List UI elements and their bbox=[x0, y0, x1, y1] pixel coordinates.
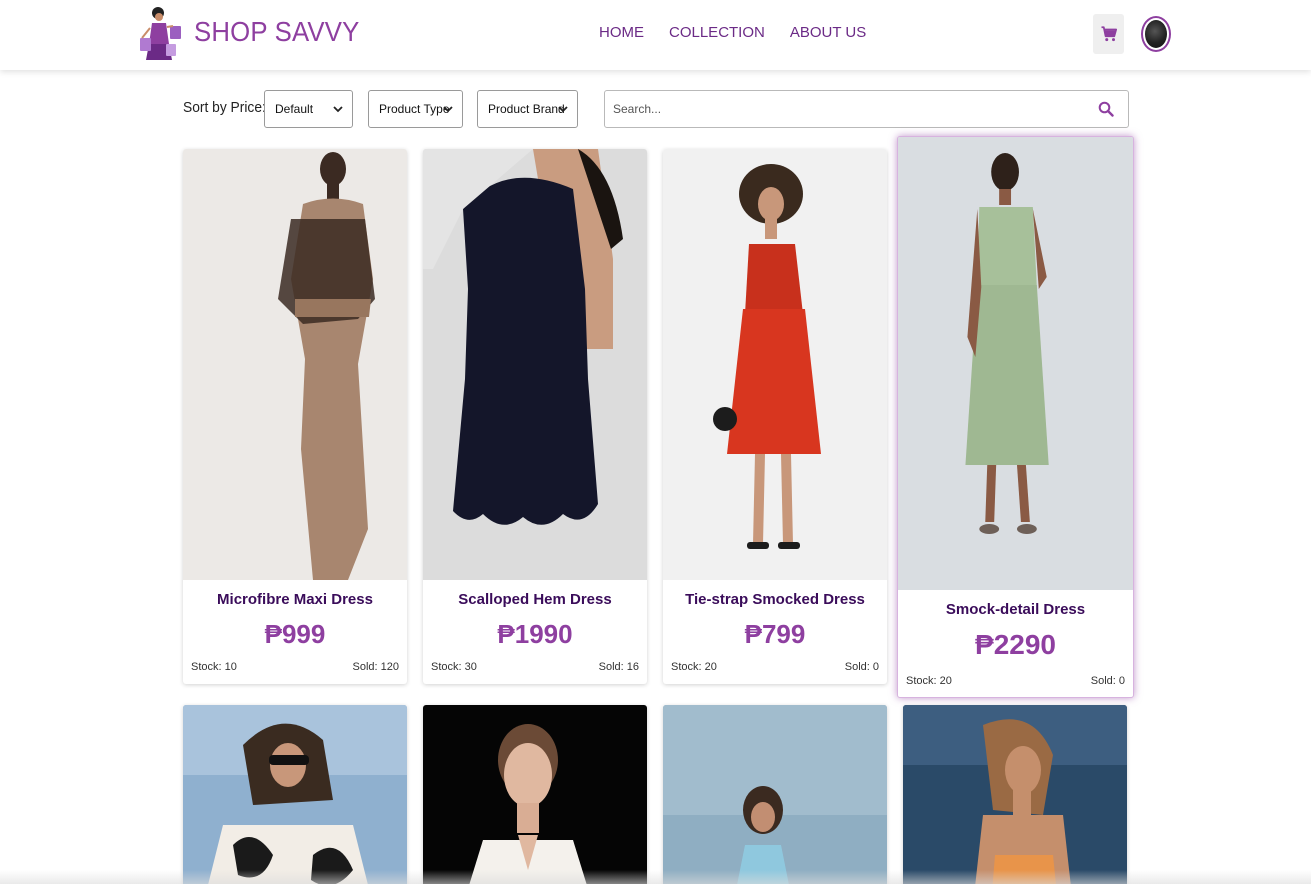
product-image bbox=[423, 149, 647, 580]
chevron-down-icon bbox=[443, 106, 453, 113]
product-card[interactable] bbox=[903, 705, 1127, 884]
product-price: ₱2290 bbox=[975, 629, 1056, 660]
product-price: ₱799 bbox=[744, 619, 806, 649]
product-stock: Stock: 20 bbox=[671, 661, 717, 673]
product-sold: Sold: 16 bbox=[598, 661, 639, 673]
product-card[interactable]: Smock-detail Dress ₱2290 Stock: 20 Sold:… bbox=[897, 136, 1134, 698]
product-name: Tie-strap Smocked Dress bbox=[685, 591, 865, 608]
cart-icon bbox=[1101, 26, 1117, 42]
product-card[interactable] bbox=[663, 705, 887, 884]
navbar: SHOP SAVVY HOME COLLECTION ABOUT US bbox=[0, 0, 1311, 70]
product-price: ₱999 bbox=[264, 619, 326, 649]
product-name: Smock-detail Dress bbox=[945, 601, 1086, 618]
nav-home-link[interactable]: HOME bbox=[599, 24, 644, 41]
product-sold: Sold: 0 bbox=[844, 661, 879, 673]
product-image bbox=[423, 705, 647, 884]
product-type-select[interactable]: Product Type bbox=[368, 90, 463, 128]
cart-button[interactable] bbox=[1093, 14, 1124, 54]
bottom-fade bbox=[0, 870, 1311, 884]
product-image bbox=[183, 149, 407, 580]
user-avatar[interactable] bbox=[1141, 16, 1171, 52]
shopper-logo-icon[interactable] bbox=[136, 4, 184, 64]
product-image bbox=[183, 705, 407, 884]
product-sold: Sold: 0 bbox=[1090, 675, 1125, 687]
product-card[interactable] bbox=[183, 705, 407, 884]
product-name: Microfibre Maxi Dress bbox=[217, 591, 373, 608]
product-image bbox=[903, 705, 1127, 884]
product-sold: Sold: 120 bbox=[352, 661, 399, 673]
nav-collection-link[interactable]: COLLECTION bbox=[669, 24, 765, 41]
product-card[interactable]: Microfibre Maxi Dress ₱999 Stock: 10 Sol… bbox=[183, 149, 407, 684]
search-icon[interactable] bbox=[1098, 101, 1114, 117]
search-box bbox=[604, 90, 1129, 128]
search-input[interactable] bbox=[613, 99, 1073, 119]
filter-bar: Sort by Price: Default Product Type Prod… bbox=[183, 90, 1129, 128]
sort-price-select[interactable]: Default bbox=[264, 90, 353, 128]
sort-price-value: Default bbox=[275, 102, 314, 116]
product-stock: Stock: 10 bbox=[191, 661, 237, 673]
nav-about-link[interactable]: ABOUT US bbox=[790, 24, 866, 41]
product-card[interactable]: Tie-strap Smocked Dress ₱799 Stock: 20 S… bbox=[663, 149, 887, 684]
product-card[interactable]: Scalloped Hem Dress ₱1990 Stock: 30 Sold… bbox=[423, 149, 647, 684]
product-card[interactable] bbox=[423, 705, 647, 884]
user-avatar-icon bbox=[1145, 20, 1167, 48]
sort-label: Sort by Price: bbox=[183, 99, 266, 116]
product-brand-value: Product Brand bbox=[488, 102, 565, 116]
product-image bbox=[898, 137, 1133, 590]
chevron-down-icon bbox=[558, 106, 568, 113]
main-nav: HOME COLLECTION ABOUT US bbox=[599, 24, 866, 41]
product-price: ₱1990 bbox=[497, 619, 573, 649]
product-image bbox=[663, 705, 887, 884]
brand-name[interactable]: SHOP SAVVY bbox=[194, 16, 360, 48]
product-stock: Stock: 30 bbox=[431, 661, 477, 673]
product-brand-select[interactable]: Product Brand bbox=[477, 90, 578, 128]
chevron-down-icon bbox=[333, 106, 343, 113]
product-name: Scalloped Hem Dress bbox=[458, 591, 612, 608]
product-image bbox=[663, 149, 887, 580]
product-stock: Stock: 20 bbox=[906, 675, 952, 687]
product-type-value: Product Type bbox=[379, 102, 450, 116]
